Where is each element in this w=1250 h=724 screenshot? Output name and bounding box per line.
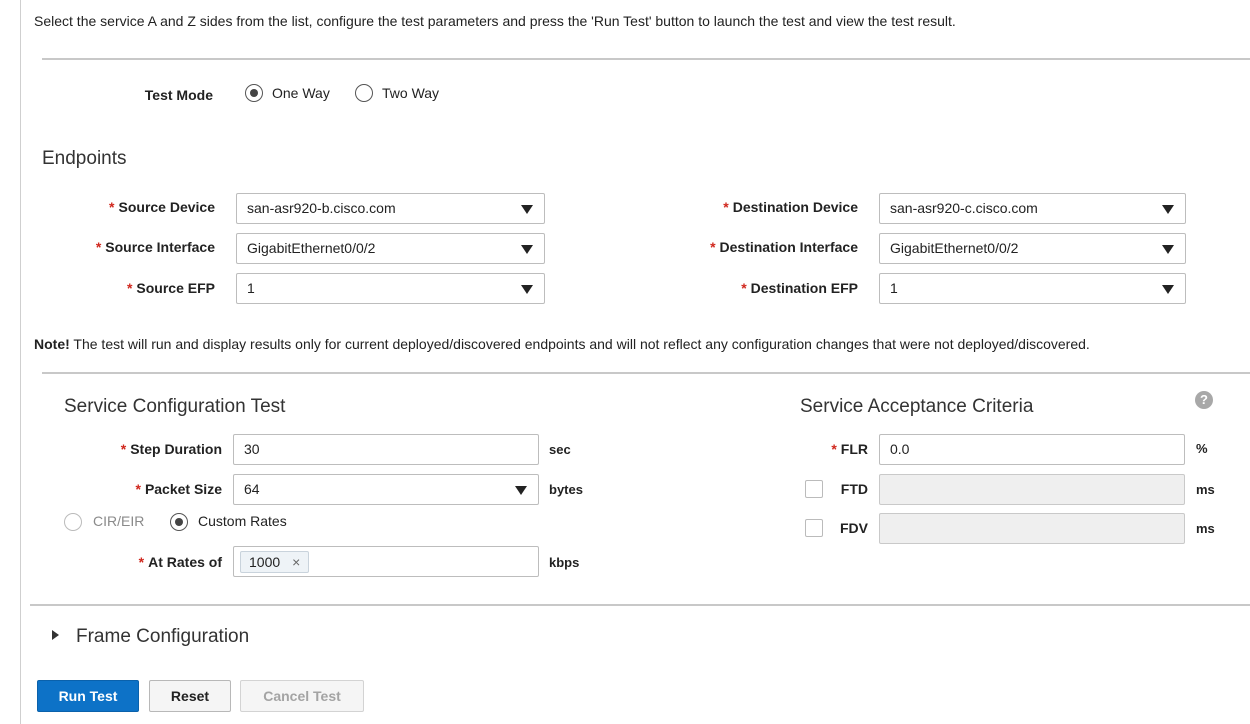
chevron-down-icon: [521, 205, 533, 214]
destination-interface-value: GigabitEthernet0/0/2: [890, 240, 1019, 256]
chevron-down-icon: [1162, 285, 1174, 294]
flr-label-text: FLR: [840, 441, 868, 457]
source-device-select[interactable]: san-asr920-b.cisco.com: [236, 193, 545, 224]
two-way-radio[interactable]: [355, 84, 373, 102]
cancel-test-button[interactable]: Cancel Test: [240, 680, 364, 712]
reset-button[interactable]: Reset: [149, 680, 231, 712]
custom-rates-radio[interactable]: [170, 513, 188, 531]
note-text: Note! The test will run and display resu…: [34, 336, 1090, 352]
source-device-label-text: Source Device: [118, 199, 216, 215]
source-efp-label: * Source EFP: [40, 280, 215, 296]
at-rates-input[interactable]: 1000 ×: [233, 546, 539, 577]
flr-unit: %: [1196, 441, 1208, 456]
cir-eir-radio[interactable]: [64, 513, 82, 531]
chevron-down-icon: [515, 486, 527, 495]
destination-device-value: san-asr920-c.cisco.com: [890, 200, 1038, 216]
at-rates-label: * At Rates of: [70, 554, 222, 570]
rate-tag: 1000 ×: [240, 551, 310, 573]
endpoints-title: Endpoints: [42, 148, 127, 169]
destination-device-label: * Destination Device: [640, 199, 858, 215]
required-mark: *: [831, 441, 837, 457]
required-mark: *: [120, 441, 127, 457]
required-mark: *: [710, 239, 716, 255]
test-mode-label: Test Mode: [144, 87, 213, 103]
at-rates-label-text: At Rates of: [148, 554, 222, 570]
required-mark: *: [135, 481, 141, 497]
flr-label: * FLR: [800, 441, 868, 457]
destination-interface-label: * Destination Interface: [640, 239, 858, 255]
form-panel: [20, 0, 1250, 724]
destination-device-label-text: Destination Device: [732, 199, 858, 215]
fdv-input[interactable]: [879, 513, 1185, 544]
fdv-label: FDV: [840, 520, 868, 536]
source-interface-select[interactable]: GigabitEthernet0/0/2: [236, 233, 545, 264]
acceptance-title: Service Acceptance Criteria: [800, 396, 1034, 417]
service-config-title: Service Configuration Test: [64, 396, 286, 417]
required-mark: *: [109, 199, 115, 215]
source-interface-label: * Source Interface: [40, 239, 215, 255]
rate-tag-value: 1000: [249, 554, 281, 570]
ftd-input[interactable]: [879, 474, 1185, 505]
at-rates-unit: kbps: [549, 555, 580, 570]
source-efp-value: 1: [247, 280, 255, 296]
destination-interface-label-text: Destination Interface: [719, 239, 858, 255]
source-efp-label-text: Source EFP: [136, 280, 215, 296]
fdv-unit: ms: [1196, 521, 1215, 536]
destination-efp-label: * Destination EFP: [640, 280, 858, 296]
divider: [42, 372, 1250, 374]
destination-efp-value: 1: [890, 280, 898, 296]
one-way-radio[interactable]: [245, 84, 263, 102]
note-prefix: Note!: [34, 336, 70, 352]
required-mark: *: [126, 280, 133, 296]
source-efp-select[interactable]: 1: [236, 273, 545, 304]
chevron-down-icon: [1162, 205, 1174, 214]
required-mark: *: [723, 199, 729, 215]
packet-size-select[interactable]: 64: [233, 474, 539, 505]
packet-size-label-text: Packet Size: [144, 481, 222, 497]
required-mark: *: [741, 280, 747, 296]
frame-config-toggle[interactable]: Frame Configuration: [76, 626, 249, 648]
ftd-checkbox[interactable]: [805, 480, 823, 498]
ftd-label: FTD: [840, 481, 868, 497]
divider: [42, 58, 1250, 60]
ftd-unit: ms: [1196, 482, 1215, 497]
custom-rates-label[interactable]: Custom Rates: [198, 513, 287, 529]
run-test-button[interactable]: Run Test: [37, 680, 139, 712]
destination-device-select[interactable]: san-asr920-c.cisco.com: [879, 193, 1186, 224]
flr-input[interactable]: 0.0: [879, 434, 1185, 465]
source-device-value: san-asr920-b.cisco.com: [247, 200, 396, 216]
required-mark: *: [95, 239, 102, 255]
note-body: The test will run and display results on…: [69, 336, 1090, 352]
source-interface-value: GigabitEthernet0/0/2: [247, 240, 376, 256]
divider: [30, 604, 1250, 606]
destination-efp-select[interactable]: 1: [879, 273, 1186, 304]
fdv-checkbox[interactable]: [805, 519, 823, 537]
required-mark: *: [138, 554, 145, 570]
caret-right-icon[interactable]: [52, 630, 59, 640]
chevron-down-icon: [521, 285, 533, 294]
two-way-label[interactable]: Two Way: [382, 85, 439, 101]
step-duration-label: * Step Duration: [70, 441, 222, 457]
chevron-down-icon: [1162, 245, 1174, 254]
source-device-label: * Source Device: [40, 199, 215, 215]
close-icon[interactable]: ×: [292, 554, 300, 570]
packet-size-label: * Packet Size: [70, 481, 222, 497]
packet-size-unit: bytes: [549, 482, 583, 497]
help-icon[interactable]: ?: [1195, 391, 1213, 409]
chevron-down-icon: [521, 245, 533, 254]
destination-efp-label-text: Destination EFP: [750, 280, 858, 296]
packet-size-value: 64: [244, 481, 260, 497]
one-way-label[interactable]: One Way: [272, 85, 330, 101]
source-interface-label-text: Source Interface: [105, 239, 215, 255]
destination-interface-select[interactable]: GigabitEthernet0/0/2: [879, 233, 1186, 264]
step-duration-label-text: Step Duration: [130, 441, 222, 457]
step-duration-input[interactable]: 30: [233, 434, 539, 465]
intro-text: Select the service A and Z sides from th…: [34, 13, 956, 29]
cir-eir-label[interactable]: CIR/EIR: [93, 513, 144, 529]
step-duration-unit: sec: [549, 442, 571, 457]
